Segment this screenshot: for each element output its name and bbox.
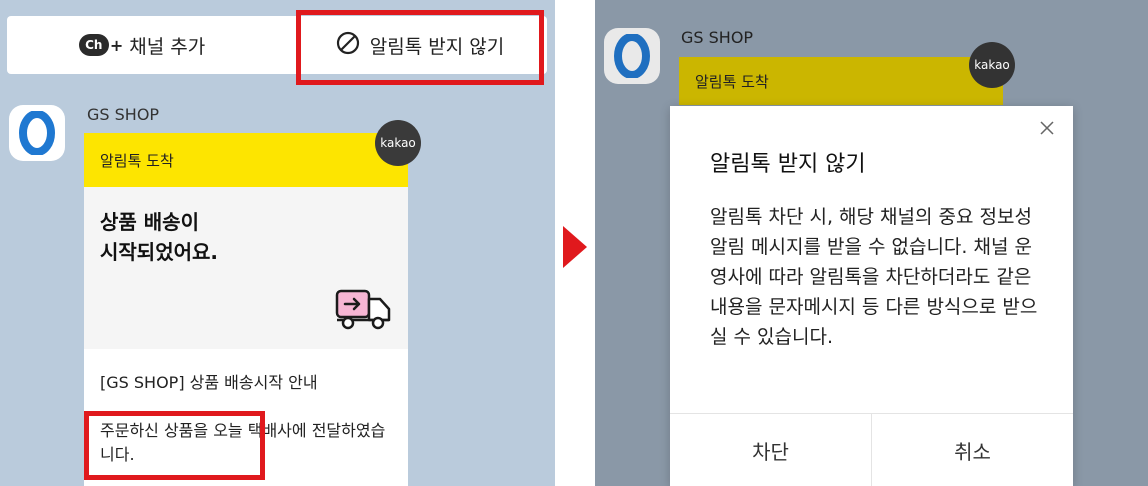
delivery-truck-icon bbox=[332, 286, 394, 336]
card-title: 상품 배송이 시작되었어요. bbox=[100, 210, 218, 264]
dialog-message: 알림톡 차단 시, 해당 채널의 중요 정보성 알림 메시지를 받을 수 없습니… bbox=[710, 206, 1038, 348]
block-alimtalk-dialog: 알림톡 받지 않기 알림톡 차단 시, 해당 채널의 중요 정보성 알림 메시지… bbox=[670, 106, 1073, 486]
gs-shop-logo bbox=[604, 28, 660, 84]
dialog-button-row: 차단 취소 bbox=[670, 413, 1073, 486]
kakao-badge: kakao bbox=[969, 42, 1015, 88]
card-notice-title: [GS SHOP] 상품 배송시작 안내 bbox=[100, 373, 318, 392]
next-step-arrow-icon bbox=[563, 226, 587, 268]
highlight-box-confirm-button bbox=[84, 411, 265, 480]
close-icon[interactable] bbox=[1035, 116, 1059, 140]
add-channel-label: 채널 추가 bbox=[129, 35, 206, 58]
right-screen: GS SHOP 알림톡 도착 kakao 알림톡 받지 않기 알림톡 차단 시,… bbox=[595, 0, 1148, 486]
cancel-button[interactable]: 취소 bbox=[871, 414, 1073, 486]
card-body: 상품 배송이 시작되었어요. bbox=[84, 187, 408, 349]
dialog-title: 알림톡 받지 않기 bbox=[710, 152, 866, 177]
gs-shop-logo[interactable] bbox=[9, 105, 65, 161]
sender-name: GS SHOP bbox=[87, 105, 160, 124]
ch-plus-icon: Ch + bbox=[78, 34, 123, 56]
kakao-badge: kakao bbox=[375, 120, 421, 166]
card-header: 알림톡 도착 bbox=[84, 133, 408, 187]
highlight-box-block-button bbox=[296, 10, 544, 85]
card-header: 알림톡 도착 bbox=[679, 57, 1003, 105]
sender-name: GS SHOP bbox=[681, 28, 754, 47]
block-confirm-button[interactable]: 차단 bbox=[670, 414, 871, 486]
add-channel-button[interactable]: Ch + 채널 추가 bbox=[7, 16, 277, 74]
